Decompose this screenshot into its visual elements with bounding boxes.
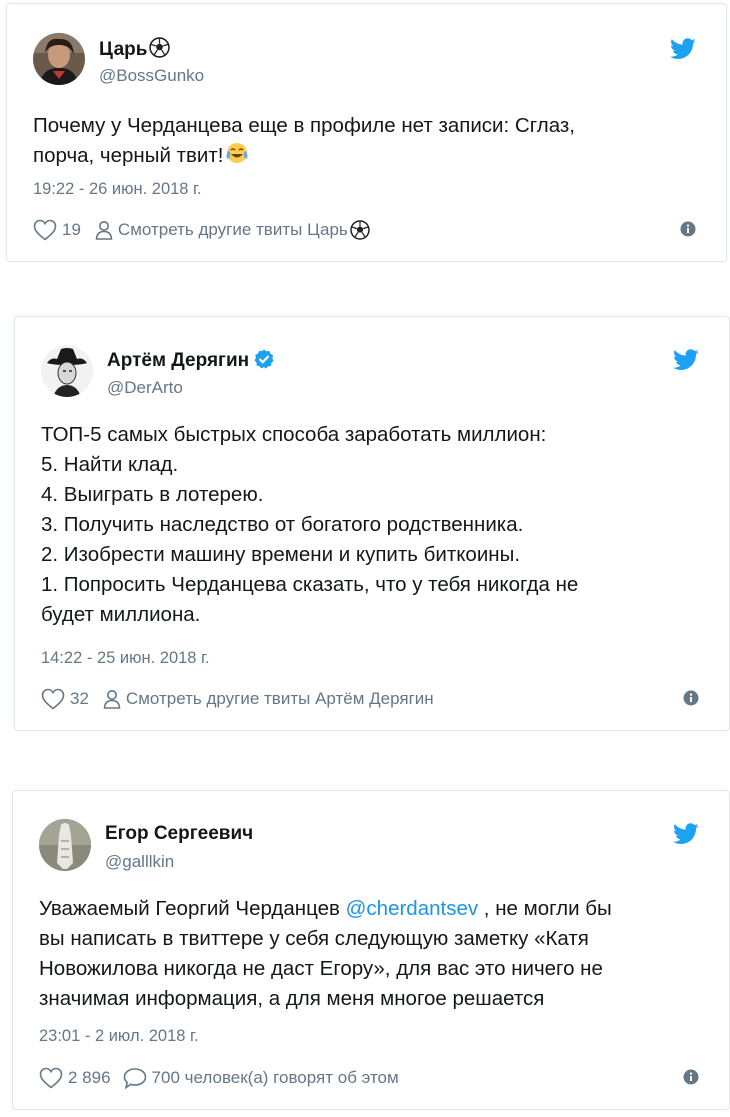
tweet-text-line: 5. Найти клад. xyxy=(41,453,179,476)
tweet-text-line: вы написать в твиттере у себя следующую … xyxy=(39,927,589,950)
soccer-ball-icon xyxy=(350,220,370,240)
like-button[interactable]: 32 xyxy=(41,688,89,710)
tweet-text-fragment: порча, черный твит! xyxy=(33,144,224,167)
tweet-text: Почему у Черданцева еще в профиле нет за… xyxy=(33,111,700,171)
author-handle[interactable]: @galllkin xyxy=(105,852,174,872)
tweet-text-line: 3. Получить наследство от богатого родст… xyxy=(41,513,524,536)
tweet-text-line: значимая информация, а для меня многое р… xyxy=(39,987,545,1010)
tweet-actions: 19 Смотреть другие твиты Царь xyxy=(33,217,700,243)
tweet-text-fragment: Уважаемый Георгий Черданцев xyxy=(39,897,346,920)
twitter-bird-icon[interactable] xyxy=(670,38,696,60)
author-name-text: Артём Дерягин xyxy=(107,350,250,371)
speech-bubble-icon xyxy=(123,1068,146,1089)
tweet-text-line: Новожилова никогда не даст Егору», для в… xyxy=(39,957,603,980)
like-count: 19 xyxy=(62,220,81,239)
twitter-bird-icon[interactable] xyxy=(673,349,699,371)
tweet-timestamp[interactable]: 14:22 - 25 июн. 2018 г. xyxy=(41,649,210,668)
tweet-text: Уважаемый Георгий Черданцев @cherdantsev… xyxy=(39,894,703,1014)
tweet-text-line: порча, черный твит! xyxy=(33,141,700,171)
like-count: 32 xyxy=(70,689,89,708)
tweet-text-line: 2. Изобрести машину времени и купить бит… xyxy=(41,543,521,566)
twitter-bird-icon[interactable] xyxy=(673,823,699,845)
info-icon[interactable] xyxy=(680,221,696,237)
tears-of-joy-icon xyxy=(226,143,248,163)
avatar[interactable] xyxy=(39,819,91,871)
person-icon xyxy=(103,690,121,709)
tweet-timestamp[interactable]: 23:01 - 2 июл. 2018 г. xyxy=(39,1027,199,1046)
conversation-label: 700 человек(а) говорят об этом xyxy=(151,1068,399,1087)
author-handle[interactable]: @DerArto xyxy=(107,378,183,398)
view-more-tweets-label: Смотреть другие твиты Артём Дерягин xyxy=(125,689,434,708)
tweet-card: Царь @BossGunko Почему у Черданцева еще … xyxy=(6,3,727,262)
verified-badge-icon xyxy=(254,349,274,369)
mention-link[interactable]: @cherdantsev xyxy=(346,897,479,920)
soccer-ball-icon xyxy=(149,37,171,58)
author-handle[interactable]: @BossGunko xyxy=(99,66,204,86)
tweet-text-line: Почему у Черданцева еще в профиле нет за… xyxy=(33,114,575,137)
avatar[interactable] xyxy=(41,345,93,397)
avatar[interactable] xyxy=(33,33,85,85)
tweet-timestamp[interactable]: 19:22 - 26 июн. 2018 г. xyxy=(33,180,202,199)
conversation-link[interactable]: 700 человек(а) говорят об этом xyxy=(123,1067,399,1089)
tweet-card: Артём Дерягин @DerArto ТОП-5 самых быстр… xyxy=(14,316,730,731)
info-icon[interactable] xyxy=(683,690,699,706)
tweet-text: ТОП-5 самых быстрых способа заработать м… xyxy=(41,420,703,630)
author-name[interactable]: Царь xyxy=(99,37,171,61)
heart-icon xyxy=(41,688,65,710)
like-count: 2 896 xyxy=(68,1068,111,1087)
tweet-text-line: Уважаемый Георгий Черданцев @cherdantsev… xyxy=(39,894,703,924)
tweet-actions: 32 Смотреть другие твиты Артём Дерягин xyxy=(41,686,703,712)
like-button[interactable]: 2 896 xyxy=(39,1067,111,1089)
tweet-text-line: будет миллиона. xyxy=(41,603,201,626)
tweet-card: Егор Сергеевич @galllkin Уважаемый Георг… xyxy=(12,790,730,1110)
tweet-actions: 2 896 700 человек(а) говорят об этом xyxy=(39,1065,703,1091)
person-icon xyxy=(95,221,113,240)
heart-icon xyxy=(33,219,57,241)
tweet-text-fragment: , не могли бы xyxy=(478,897,612,920)
tweet-text-line: 1. Попросить Черданцева сказать, что у т… xyxy=(41,573,579,596)
author-name-text: Царь xyxy=(99,39,148,60)
heart-icon xyxy=(39,1067,63,1089)
info-icon[interactable] xyxy=(683,1069,699,1085)
like-button[interactable]: 19 xyxy=(33,219,81,241)
author-name[interactable]: Егор Сергеевич xyxy=(105,823,253,845)
view-more-tweets-link[interactable]: Смотреть другие твиты Царь xyxy=(95,220,375,240)
author-name[interactable]: Артём Дерягин xyxy=(107,349,274,372)
view-more-tweets-link[interactable]: Смотреть другие твиты Артём Дерягин xyxy=(103,689,434,709)
tweet-text-line: 4. Выиграть в лотерею. xyxy=(41,483,264,506)
view-more-tweets-label: Смотреть другие твиты Царь xyxy=(117,220,348,239)
tweet-text-line: ТОП-5 самых быстрых способа заработать м… xyxy=(41,423,547,446)
